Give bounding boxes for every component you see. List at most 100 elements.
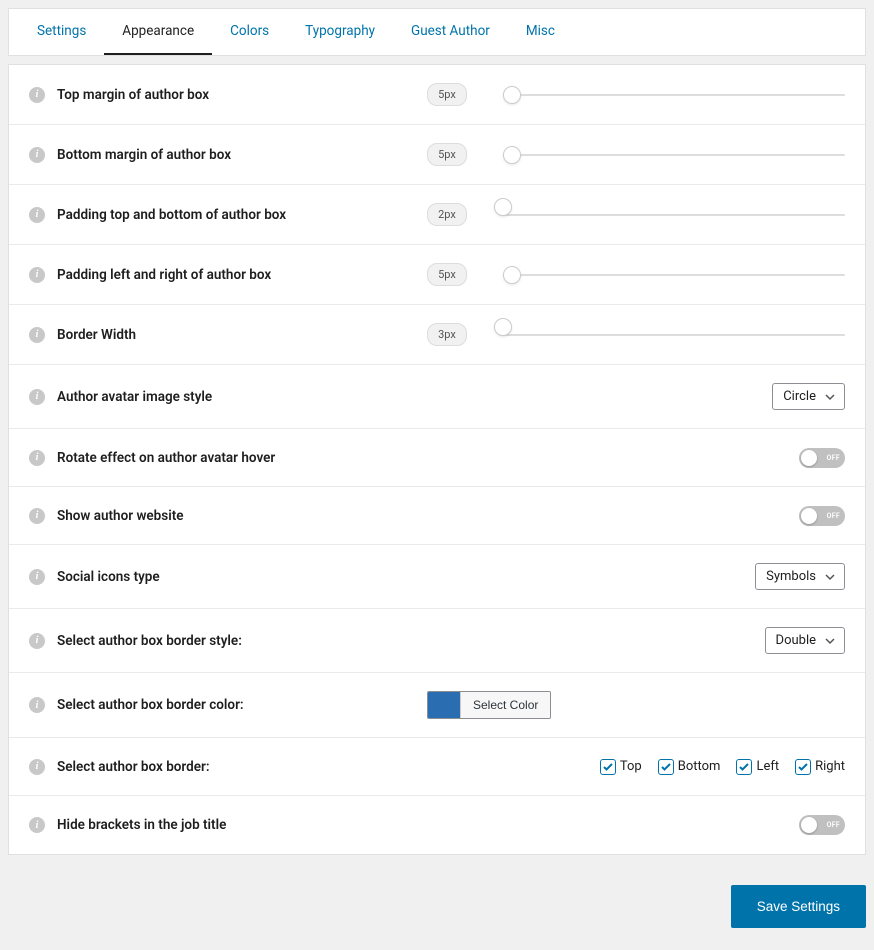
setting-control: OFF [427, 448, 845, 468]
value-badge: 5px [427, 83, 467, 106]
value-badge: 5px [427, 143, 467, 166]
setting-padding-tb: i Padding top and bottom of author box 2… [9, 185, 865, 245]
value-badge: 5px [427, 263, 467, 286]
tab-settings[interactable]: Settings [19, 9, 104, 55]
color-swatch[interactable] [428, 692, 460, 718]
setting-control: Double [427, 627, 845, 654]
setting-show-website: i Show author website OFF [9, 487, 865, 545]
tab-misc[interactable]: Misc [508, 9, 573, 55]
select-color-button[interactable]: Select Color [460, 692, 550, 718]
slider-thumb[interactable] [503, 86, 521, 104]
setting-avatar-style: i Author avatar image style Circle [9, 365, 865, 429]
setting-control: Top Bottom Left [427, 759, 845, 775]
value-badge: 3px [427, 323, 467, 346]
checkbox-item-right[interactable]: Right [795, 759, 845, 775]
footer: Save Settings [0, 863, 874, 950]
checkbox-label: Top [620, 759, 642, 774]
slider-track [503, 214, 845, 216]
toggle-rotate-hover[interactable]: OFF [799, 448, 845, 468]
setting-control: 5px [427, 83, 845, 106]
info-icon[interactable]: i [29, 508, 45, 524]
checkbox-top[interactable] [600, 759, 616, 775]
setting-control: OFF [427, 506, 845, 526]
toggle-text: OFF [827, 512, 840, 520]
setting-control: 5px [427, 263, 845, 286]
info-icon[interactable]: i [29, 569, 45, 585]
slider-border-width[interactable] [503, 325, 845, 345]
setting-control: OFF [427, 815, 845, 835]
setting-control: 2px [427, 203, 845, 226]
toggle-knob [801, 817, 817, 833]
toggle-hide-brackets[interactable]: OFF [799, 815, 845, 835]
info-icon[interactable]: i [29, 87, 45, 103]
info-icon[interactable]: i [29, 633, 45, 649]
setting-hide-brackets: i Hide brackets in the job title OFF [9, 796, 865, 854]
select-border-style[interactable]: Double [765, 627, 845, 654]
setting-label: Author avatar image style [57, 389, 427, 405]
info-icon[interactable]: i [29, 389, 45, 405]
setting-rotate-hover: i Rotate effect on author avatar hover O… [9, 429, 865, 487]
tab-guest-author[interactable]: Guest Author [393, 9, 508, 55]
setting-control: 5px [427, 143, 845, 166]
toggle-text: OFF [827, 454, 840, 462]
setting-border-width: i Border Width 3px [9, 305, 865, 365]
slider-track [503, 154, 845, 156]
setting-label: Bottom margin of author box [57, 147, 427, 163]
slider-thumb[interactable] [503, 266, 521, 284]
setting-label: Select author box border color: [57, 697, 427, 713]
slider-bottom-margin[interactable] [503, 145, 845, 165]
save-settings-button[interactable]: Save Settings [731, 885, 866, 928]
slider-thumb[interactable] [503, 146, 521, 164]
slider-track [503, 274, 845, 276]
checkbox-item-left[interactable]: Left [736, 759, 779, 775]
setting-label: Select author box border: [57, 759, 427, 775]
tab-colors[interactable]: Colors [212, 9, 287, 55]
info-icon[interactable]: i [29, 817, 45, 833]
setting-label: Show author website [57, 508, 427, 524]
slider-padding-lr[interactable] [503, 265, 845, 285]
setting-label: Padding left and right of author box [57, 267, 427, 283]
info-icon[interactable]: i [29, 450, 45, 466]
slider-top-margin[interactable] [503, 85, 845, 105]
select-social-icons[interactable]: Symbols [755, 563, 845, 590]
select-value: Double [776, 633, 816, 648]
select-avatar-style[interactable]: Circle [772, 383, 845, 410]
checkbox-bottom[interactable] [658, 759, 674, 775]
info-icon[interactable]: i [29, 759, 45, 775]
info-icon[interactable]: i [29, 207, 45, 223]
tab-typography[interactable]: Typography [287, 9, 393, 55]
setting-label: Hide brackets in the job title [57, 817, 427, 833]
info-icon[interactable]: i [29, 697, 45, 713]
checkbox-label: Left [756, 759, 779, 774]
chevron-down-icon [824, 571, 836, 583]
setting-label: Top margin of author box [57, 87, 427, 103]
checkbox-right[interactable] [795, 759, 811, 775]
toggle-show-website[interactable]: OFF [799, 506, 845, 526]
slider-padding-tb[interactable] [503, 205, 845, 225]
chevron-down-icon [824, 391, 836, 403]
checkbox-left[interactable] [736, 759, 752, 775]
color-picker: Select Color [427, 691, 551, 719]
setting-padding-lr: i Padding left and right of author box 5… [9, 245, 865, 305]
checkbox-item-top[interactable]: Top [600, 759, 642, 775]
setting-border-style: i Select author box border style: Double [9, 609, 865, 673]
checkbox-label: Bottom [678, 759, 721, 774]
chevron-down-icon [824, 635, 836, 647]
setting-label: Rotate effect on author avatar hover [57, 450, 427, 466]
setting-label: Border Width [57, 327, 427, 343]
info-icon[interactable]: i [29, 267, 45, 283]
setting-border-sides: i Select author box border: Top Bottom [9, 738, 865, 796]
setting-control: Symbols [427, 563, 845, 590]
tab-appearance[interactable]: Appearance [104, 9, 212, 55]
checkbox-label: Right [815, 759, 845, 774]
toggle-text: OFF [827, 821, 840, 829]
setting-label: Select author box border style: [57, 633, 427, 649]
slider-thumb[interactable] [494, 198, 512, 216]
info-icon[interactable]: i [29, 147, 45, 163]
checkbox-item-bottom[interactable]: Bottom [658, 759, 721, 775]
info-icon[interactable]: i [29, 327, 45, 343]
value-badge: 2px [427, 203, 467, 226]
setting-control: Circle [427, 383, 845, 410]
slider-thumb[interactable] [494, 318, 512, 336]
slider-track [503, 94, 845, 96]
